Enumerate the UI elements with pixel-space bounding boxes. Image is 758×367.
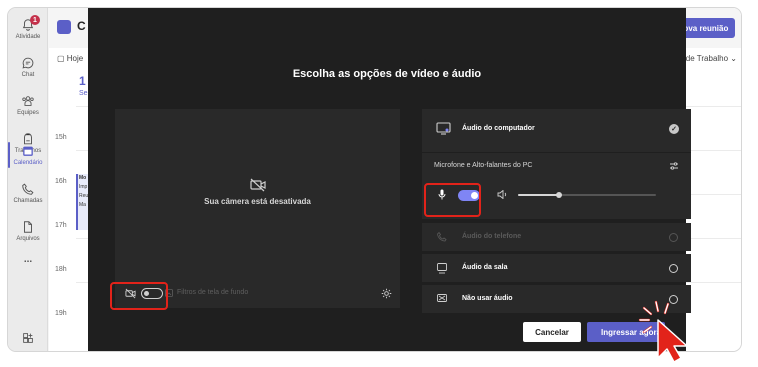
room-audio-option[interactable]: Áudio da sala — [422, 254, 691, 282]
phone-audio-option[interactable]: Áudio do telefone — [422, 223, 691, 251]
volume-slider[interactable] — [518, 192, 656, 198]
camera-toggle-highlight — [110, 282, 168, 310]
apps-icon — [23, 333, 33, 343]
camera-off-text: Sua câmera está desativada — [204, 197, 311, 206]
cancel-button[interactable]: Cancelar — [523, 322, 581, 342]
activity-badge: 1 — [30, 15, 40, 25]
computer-audio-label: Áudio do computador — [462, 125, 535, 132]
hour-label: 15h — [55, 134, 67, 141]
rail-item-chat[interactable]: Chat — [8, 48, 48, 86]
app-rail: 1 Atividade Chat Equipes Trabalhos Calen… — [8, 8, 48, 351]
room-audio-label: Áudio da sala — [462, 264, 508, 271]
phone-audio-icon — [437, 231, 447, 242]
no-audio-icon — [437, 294, 447, 302]
room-audio-icon — [437, 263, 447, 274]
more-icon: ... — [23, 253, 33, 265]
selected-check-icon: ✓ — [669, 124, 679, 134]
volume-fill — [518, 194, 560, 196]
today-button[interactable]: ▢ Hoje — [57, 54, 83, 63]
rail-item-teams[interactable]: Equipes — [8, 86, 48, 124]
hour-label: 16h — [55, 178, 67, 185]
rail-label: Atividade — [15, 34, 41, 40]
phone-icon — [22, 183, 34, 195]
computer-audio-icon — [436, 122, 451, 135]
rail-item-activity[interactable]: 1 Atividade — [8, 10, 48, 48]
day-name: Se — [79, 90, 88, 97]
phone-audio-label: Áudio do telefone — [462, 233, 522, 240]
rail-label: Chat — [21, 72, 35, 78]
day-number: 1 — [79, 74, 86, 88]
hour-label: 18h — [55, 266, 67, 273]
no-audio-label: Não usar áudio — [462, 295, 513, 302]
phone-audio-radio[interactable] — [669, 233, 678, 242]
calendar-title: C — [77, 19, 86, 33]
event-line: Ma — [79, 202, 86, 208]
rail-item-calls[interactable]: Chamadas — [8, 174, 48, 212]
event-line: Mo — [79, 175, 87, 181]
device-label: Microfone e Alto-falantes do PC — [434, 162, 533, 169]
chat-icon — [22, 57, 34, 69]
prejoin-dialog: Escolha as opções de vídeo e áudio Sua c… — [88, 8, 691, 351]
gear-icon[interactable] — [381, 288, 392, 299]
dialog-title: Escolha as opções de vídeo e áudio — [292, 68, 482, 80]
click-cursor-icon — [638, 300, 688, 363]
volume-thumb[interactable] — [556, 192, 563, 198]
today-label: Hoje — [66, 54, 84, 63]
rail-label: Calendário — [13, 160, 43, 166]
file-icon — [24, 221, 32, 233]
rail-item-more[interactable]: ... — [8, 240, 48, 278]
rail-label: Chamadas — [13, 198, 43, 204]
rail-item-calendar[interactable]: Calendário — [8, 136, 48, 174]
event-line: Reu — [79, 193, 88, 199]
hour-label: 19h — [55, 310, 67, 317]
background-filters-button[interactable]: Filtros de tela de fundo — [177, 289, 248, 296]
device-settings-icon[interactable] — [669, 161, 679, 171]
hour-label: 17h — [55, 222, 67, 229]
rail-item-apps[interactable] — [8, 320, 48, 351]
calendar-app-icon — [57, 20, 71, 34]
video-preview: Sua câmera está desativada Filtros de te… — [115, 109, 400, 308]
rail-label: Equipes — [17, 110, 39, 116]
teams-icon — [22, 96, 34, 106]
calendar-event[interactable]: Mo Imp Reu Ma — [76, 174, 88, 230]
speaker-icon — [497, 190, 507, 199]
camera-off-icon — [250, 178, 266, 192]
calendar-icon — [23, 146, 33, 156]
event-line: Imp — [79, 184, 88, 190]
room-audio-radio[interactable] — [669, 264, 678, 273]
teams-window: 1 Atividade Chat Equipes Trabalhos Calen… — [8, 8, 741, 351]
microphone-toggle-highlight — [424, 183, 481, 217]
